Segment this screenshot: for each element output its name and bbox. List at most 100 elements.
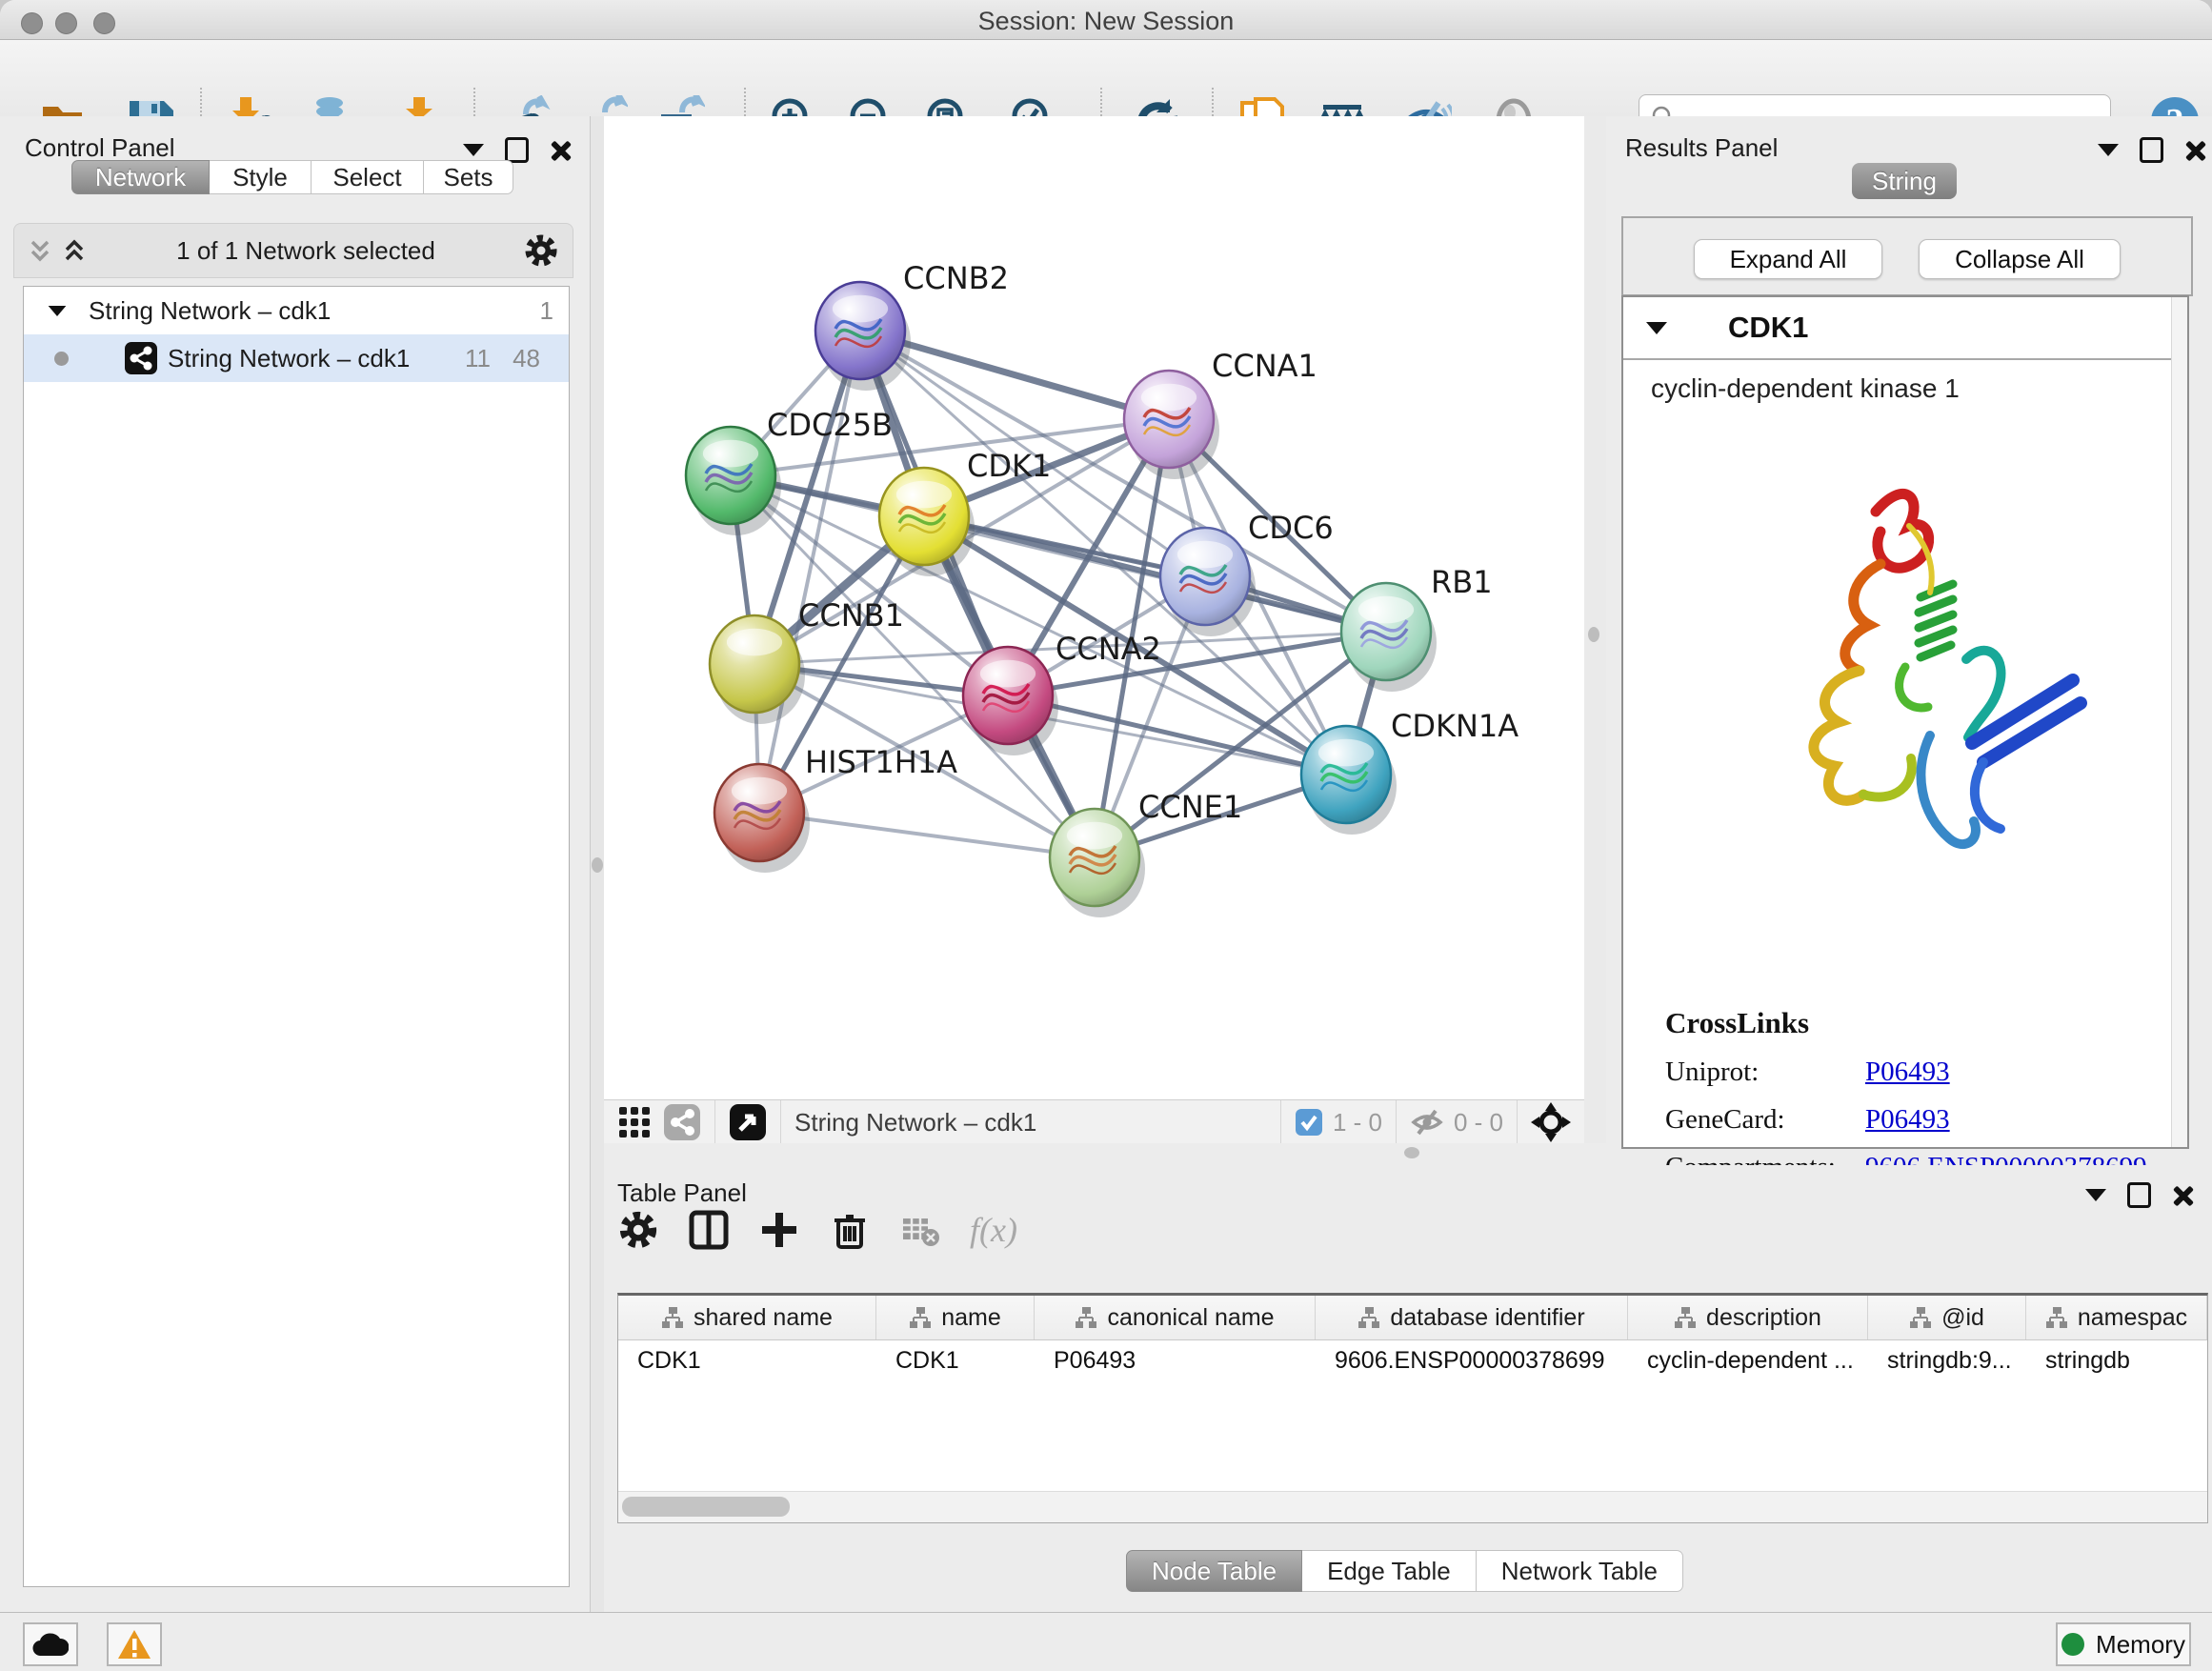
column-label: name bbox=[941, 1304, 1001, 1332]
results-panel-title: Results Panel bbox=[1625, 133, 1778, 163]
cell-canonical-name[interactable]: P06493 bbox=[1035, 1340, 1316, 1382]
cloud-button[interactable] bbox=[23, 1622, 78, 1666]
tab-style[interactable]: Style bbox=[210, 160, 312, 194]
splitter-handle[interactable] bbox=[1588, 627, 1599, 642]
table-gear-icon[interactable] bbox=[617, 1209, 659, 1251]
collapse-panel-icon[interactable] bbox=[2085, 1189, 2106, 1201]
toolbar-divider bbox=[1396, 1100, 1397, 1144]
tree-expander-icon[interactable] bbox=[49, 305, 67, 315]
node-RB1[interactable] bbox=[1341, 583, 1437, 692]
collapse-entry-icon[interactable] bbox=[1646, 322, 1667, 334]
cell-namespac[interactable]: stringdb bbox=[2026, 1340, 2207, 1382]
close-panel-icon[interactable] bbox=[2184, 140, 2205, 161]
tab-edge-table[interactable]: Edge Table bbox=[1302, 1550, 1477, 1592]
node-HIST1H1A[interactable] bbox=[714, 764, 810, 873]
edge-HIST1H1A-CCNE1[interactable] bbox=[759, 813, 1095, 857]
column-header-shared-name[interactable]: shared name bbox=[618, 1296, 876, 1339]
column-label: namespac bbox=[2078, 1304, 2187, 1332]
float-panel-icon[interactable] bbox=[505, 137, 529, 163]
selected-count: 1 - 0 bbox=[1333, 1108, 1382, 1137]
collapse-tree-icon[interactable] bbox=[60, 234, 89, 267]
current-network-indicator bbox=[54, 352, 69, 366]
float-panel-icon[interactable] bbox=[2127, 1182, 2151, 1208]
node-label-CCNB2: CCNB2 bbox=[903, 260, 1009, 296]
control-panel-tabs: NetworkStyleSelectSets bbox=[71, 160, 513, 194]
column-header-namespac[interactable]: namespac bbox=[2026, 1296, 2207, 1339]
column-header-canonical-name[interactable]: canonical name bbox=[1035, 1296, 1316, 1339]
collapse-panel-icon[interactable] bbox=[2098, 144, 2119, 156]
results-scrollbar[interactable] bbox=[2171, 297, 2187, 1147]
network-row-selected[interactable]: String Network – cdk1 11 48 bbox=[24, 334, 569, 382]
expand-all-button[interactable]: Expand All bbox=[1694, 239, 1882, 279]
column-type-icon bbox=[909, 1306, 932, 1329]
node-CDC6[interactable] bbox=[1160, 528, 1256, 636]
network-collection-row[interactable]: String Network – cdk1 1 bbox=[24, 287, 569, 334]
tab-sets[interactable]: Sets bbox=[424, 160, 513, 194]
close-panel-icon[interactable] bbox=[550, 140, 571, 161]
table-panel: Table Panel bbox=[604, 1165, 2212, 1612]
float-panel-icon[interactable] bbox=[2140, 137, 2163, 163]
tab-string[interactable]: String bbox=[1852, 163, 1957, 199]
crosslink-link[interactable]: P06493 bbox=[1865, 1057, 1950, 1088]
node-result-header[interactable]: CDK1 bbox=[1623, 297, 2187, 360]
node-CDC25B[interactable] bbox=[686, 427, 781, 535]
node-CCNB2[interactable] bbox=[815, 282, 911, 391]
scrollbar-thumb[interactable] bbox=[622, 1497, 790, 1517]
tab-node-table[interactable]: Node Table bbox=[1126, 1550, 1302, 1592]
collapse-all-button[interactable]: Collapse All bbox=[1919, 239, 2121, 279]
graphics-details-icon[interactable] bbox=[617, 1105, 652, 1139]
window-title: Session: New Session bbox=[0, 7, 2212, 36]
column-header-description[interactable]: description bbox=[1628, 1296, 1868, 1339]
column-label: shared name bbox=[694, 1304, 833, 1332]
splitter-handle[interactable] bbox=[592, 857, 603, 873]
pan-crosshair-icon[interactable] bbox=[1531, 1102, 1571, 1142]
select-columns-icon[interactable] bbox=[688, 1209, 730, 1251]
birds-eye-view-icon[interactable] bbox=[729, 1103, 767, 1141]
gear-icon[interactable] bbox=[523, 232, 559, 269]
column-label: description bbox=[1706, 1304, 1821, 1332]
selected-checkbox-icon[interactable] bbox=[1295, 1108, 1323, 1137]
node-label-CDC25B: CDC25B bbox=[767, 407, 893, 443]
results-actions: Expand All Collapse All bbox=[1621, 216, 2193, 296]
hidden-eye-icon[interactable] bbox=[1410, 1107, 1444, 1137]
memory-button[interactable]: Memory bbox=[2056, 1622, 2191, 1666]
table-data-row[interactable]: CDK1CDK1P064939606.ENSP00000378699cyclin… bbox=[618, 1340, 2207, 1382]
vertical-splitter[interactable] bbox=[1584, 116, 1606, 1165]
cell--id[interactable]: stringdb:9... bbox=[1868, 1340, 2026, 1382]
table-toolbar: f(x) bbox=[617, 1209, 1017, 1251]
column-header-database-identifier[interactable]: database identifier bbox=[1316, 1296, 1628, 1339]
splitter-handle[interactable] bbox=[1404, 1147, 1419, 1158]
delete-column-icon[interactable] bbox=[829, 1209, 871, 1251]
node-CCNE1[interactable] bbox=[1050, 809, 1145, 917]
warning-button[interactable] bbox=[107, 1622, 162, 1666]
tab-select[interactable]: Select bbox=[312, 160, 424, 194]
tab-network[interactable]: Network bbox=[71, 160, 210, 194]
column-header--id[interactable]: @id bbox=[1868, 1296, 2026, 1339]
crosslink-link[interactable]: P06493 bbox=[1865, 1104, 1950, 1136]
cell-database-identifier[interactable]: 9606.ENSP00000378699 bbox=[1316, 1340, 1628, 1382]
toolbar-divider bbox=[1280, 1100, 1281, 1144]
node-CCNA1[interactable] bbox=[1124, 371, 1219, 479]
cell-description[interactable]: cyclin-dependent ... bbox=[1628, 1340, 1868, 1382]
column-type-icon bbox=[661, 1306, 684, 1329]
node-CDK1[interactable] bbox=[879, 468, 975, 576]
collapse-panel-icon[interactable] bbox=[463, 144, 484, 156]
network-canvas[interactable]: CCNB2CCNA1CDC25BCDK1CDC6RB1CCNB1CCNA2CDK… bbox=[604, 116, 1584, 1099]
cell-name[interactable]: CDK1 bbox=[876, 1340, 1035, 1382]
tab-network-table[interactable]: Network Table bbox=[1477, 1550, 1683, 1592]
node-label-RB1: RB1 bbox=[1431, 564, 1493, 600]
add-column-icon[interactable] bbox=[758, 1209, 800, 1251]
column-label: canonical name bbox=[1107, 1304, 1274, 1332]
edge-CCNA2-CDKN1A[interactable] bbox=[1008, 695, 1346, 775]
function-builder-button: f(x) bbox=[970, 1210, 1017, 1250]
expand-tree-icon[interactable] bbox=[26, 234, 54, 267]
network-badge-icon[interactable] bbox=[663, 1103, 701, 1141]
cell-shared-name[interactable]: CDK1 bbox=[618, 1340, 876, 1382]
table-horizontal-scrollbar[interactable] bbox=[618, 1491, 2207, 1522]
close-panel-icon[interactable] bbox=[2172, 1185, 2193, 1206]
current-network-title: String Network – cdk1 bbox=[794, 1108, 1036, 1137]
node-CDKN1A[interactable] bbox=[1301, 726, 1397, 835]
column-header-name[interactable]: name bbox=[876, 1296, 1035, 1339]
edge-CCNB2-HIST1H1A[interactable] bbox=[759, 331, 860, 813]
node-CCNA2[interactable] bbox=[963, 647, 1058, 755]
